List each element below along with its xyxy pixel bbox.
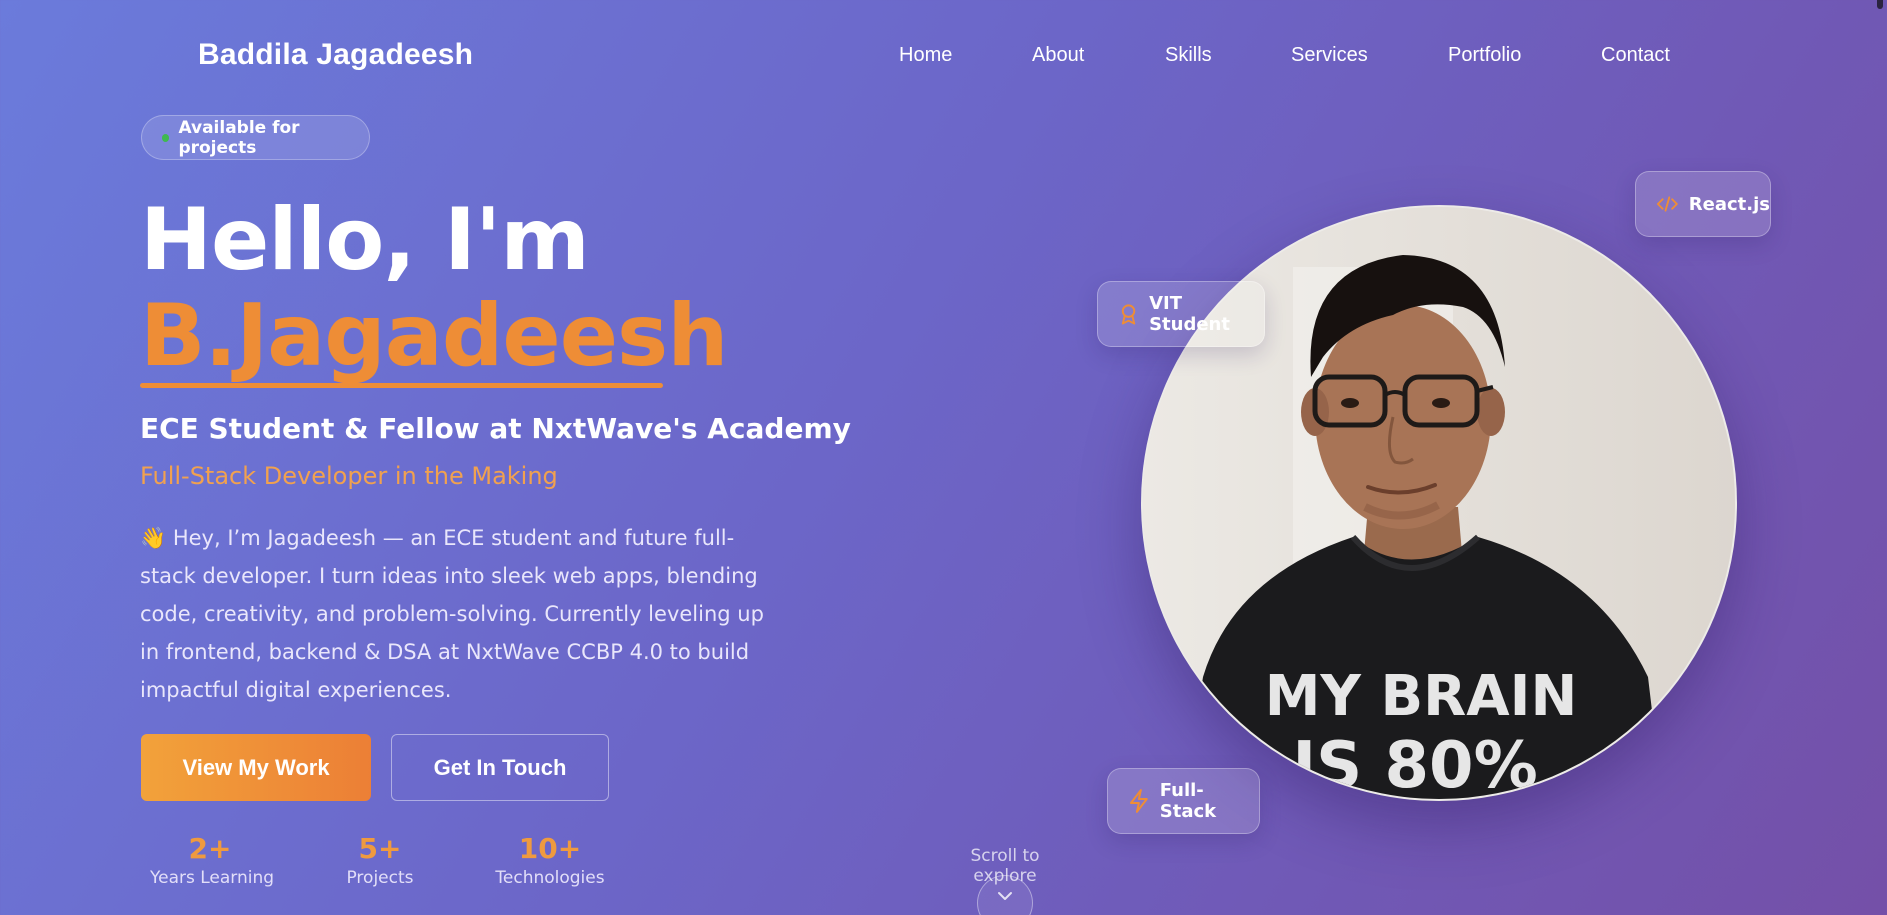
chevron-down-icon	[998, 892, 1012, 900]
stat-technologies: 10+ Technologies	[490, 832, 610, 890]
nav-home[interactable]: Home	[899, 44, 952, 67]
status-dot-icon	[162, 133, 170, 142]
stat-value: 10+	[518, 832, 582, 865]
waving-hand-icon: 👋	[140, 526, 167, 550]
react-label: React.js	[1688, 193, 1770, 215]
availability-text: Available for projects	[178, 117, 300, 158]
nav-services[interactable]: Services	[1291, 44, 1368, 67]
hero-role: ECE Student & Fellow at NxtWave's Academ…	[140, 412, 851, 445]
stat-years-learning: 2+ Years Learning	[150, 832, 275, 890]
vit-student-badge: VIT Student	[1097, 281, 1265, 347]
nav-contact[interactable]: Contact	[1601, 44, 1670, 67]
code-icon	[1656, 196, 1678, 212]
shirt-print-line2: IS 80%	[1292, 729, 1537, 801]
availability-badge: Available for projects	[141, 115, 370, 160]
get-in-touch-button[interactable]: Get In Touch	[391, 734, 609, 801]
main-nav: Home About Skills Services Portfolio Con…	[0, 44, 1887, 70]
stat-label: Projects	[346, 868, 414, 888]
nav-portfolio[interactable]: Portfolio	[1448, 44, 1521, 67]
view-my-work-button[interactable]: View My Work	[141, 734, 371, 801]
vit-student-label: VIT Student	[1149, 293, 1230, 335]
hero-greeting: Hello, I'm	[140, 190, 590, 290]
full-stack-badge: Full-Stack	[1107, 768, 1260, 834]
lightning-icon	[1129, 789, 1148, 813]
hero-bio: 👋 Hey, I’m Jagadeesh — an ECE student an…	[140, 519, 780, 709]
hero-tagline: Full-Stack Developer in the Making	[140, 462, 558, 490]
stat-value: 5+	[358, 832, 402, 865]
nav-skills[interactable]: Skills	[1165, 44, 1212, 67]
stat-value: 2+	[188, 832, 232, 865]
hero-bio-text: Hey, I’m Jagadeesh — an ECE student and …	[140, 526, 764, 702]
page-scrollbar-thumb[interactable]	[1877, 0, 1883, 9]
full-stack-label: Full-Stack	[1159, 780, 1217, 822]
stat-label: Technologies	[495, 868, 605, 888]
award-icon	[1121, 304, 1136, 325]
stat-label: Years Learning	[150, 868, 275, 888]
hero-name: B.Jagadeesh	[140, 286, 728, 386]
name-underline	[140, 383, 663, 388]
shirt-print-line1: MY BRAIN	[1265, 664, 1578, 729]
stat-projects: 5+ Projects	[330, 832, 430, 890]
react-badge: React.js	[1635, 171, 1771, 237]
nav-about[interactable]: About	[1032, 44, 1084, 67]
